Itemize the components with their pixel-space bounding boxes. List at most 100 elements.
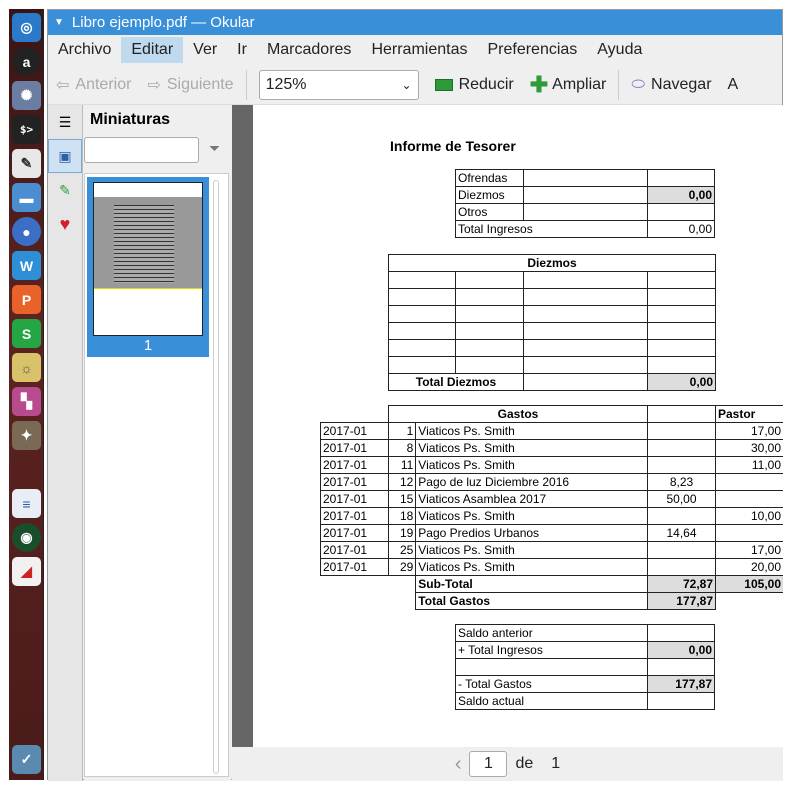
income-label: Ofrendas (455, 169, 524, 187)
expense-description: Viaticos Ps. Smith (415, 558, 648, 576)
expense-day: 8 (387, 439, 417, 457)
menu-ir[interactable]: Ir (227, 37, 257, 63)
page-navigation-bar: ‹ 1 de 1 (232, 747, 783, 781)
menu-preferencias[interactable]: Preferencias (477, 37, 587, 63)
table-row (455, 658, 715, 676)
expense-amount (647, 541, 716, 559)
subtotal-label: Sub-Total (415, 575, 648, 593)
expense-amount (647, 422, 716, 440)
expense-day: 12 (387, 473, 417, 491)
expense-description: Viaticos Ps. Smith (415, 422, 648, 440)
zoom-in-button[interactable]: ✚ Ampliar (522, 72, 615, 98)
heart-icon: ♥ (59, 213, 71, 234)
tithes-total-label: Total Diezmos (388, 373, 524, 391)
previous-page-icon[interactable]: ‹ (455, 753, 462, 776)
table-row: Diezmos 0,00 (455, 186, 715, 204)
income-label: Total Ingresos (455, 220, 648, 238)
income-value (647, 169, 715, 187)
income-label: Otros (455, 203, 524, 221)
gimp-icon[interactable]: ✦ (12, 421, 41, 450)
arrow-right-icon: ⇨ (147, 76, 161, 94)
income-value: 0,00 (647, 186, 715, 204)
page-of-label: de (515, 755, 534, 772)
menu-marcadores[interactable]: Marcadores (257, 37, 361, 63)
settings-sun-icon[interactable]: ☼ (12, 353, 41, 382)
menu-ayuda[interactable]: Ayuda (587, 37, 652, 63)
expense-period: 2017-01 (320, 558, 389, 576)
page-number-input[interactable]: 1 (469, 751, 508, 777)
income-value (647, 203, 715, 221)
globe-icon[interactable]: ◉ (12, 523, 41, 552)
thumbnail-item[interactable]: 1 (87, 177, 209, 357)
okular-icon[interactable]: ◢ (12, 557, 41, 586)
tab-contents[interactable]: ☰ (48, 105, 82, 139)
browse-label: Navegar (651, 75, 712, 93)
amazon-icon[interactable]: a (12, 47, 41, 76)
title-bar[interactable]: ▼ Libro ejemplo.pdf — Okular (48, 10, 782, 35)
image-icon: ▣ (58, 147, 72, 164)
workspace-switcher-icon[interactable]: ✓ (12, 745, 41, 774)
terminal-icon[interactable]: $> (12, 115, 41, 144)
expense-day: 1 (387, 422, 417, 440)
menu-ver[interactable]: Ver (183, 37, 227, 63)
zoom-out-button[interactable]: Reducir (427, 76, 522, 94)
table-row: Total Gastos 177,87 (321, 592, 784, 610)
chromium-icon[interactable]: ● (12, 217, 41, 246)
text-editor-icon[interactable]: ✎ (12, 149, 41, 178)
wps-presentation-icon[interactable]: P (12, 285, 41, 314)
current-page-value: 1 (484, 755, 493, 772)
table-row (388, 339, 716, 357)
menu-archivo[interactable]: Archivo (48, 37, 121, 63)
balance-label: Saldo actual (455, 692, 648, 710)
next-button[interactable]: ⇨ Siguiente (139, 75, 241, 95)
tab-annotations[interactable]: ✎ (48, 173, 82, 207)
tithes-table: Diezmos Total Diezmos 0,00 (388, 254, 716, 391)
document-viewer[interactable]: Informe de Tesorer Ofrendas Diezmos 0,00 … (232, 105, 783, 747)
window-title: Libro ejemplo.pdf — Okular (71, 14, 255, 31)
swirl-app-icon[interactable]: ✺ (12, 81, 41, 110)
window-menu-icon[interactable]: ▼ (54, 17, 64, 28)
thumbnail-page-number: 1 (143, 337, 153, 354)
table-row: 2017-01 11 Viaticos Ps. Smith 11,00 (320, 456, 783, 474)
table-row: 2017-01 19 Pago Predios Urbanos 14,64 (320, 524, 783, 542)
okular-window: ▼ Libro ejemplo.pdf — Okular Archivo Edi… (47, 9, 783, 781)
total-pages-value: 1 (551, 755, 561, 772)
zoom-out-label: Reducir (458, 75, 514, 93)
wps-writer-icon[interactable]: W (12, 251, 41, 280)
browse-button[interactable]: ⬭ Navegar (623, 76, 719, 94)
painter-icon[interactable]: ▚ (12, 387, 41, 416)
document-viewer-icon[interactable]: ≡ (12, 489, 41, 518)
total-expenses-label: Total Gastos (415, 592, 648, 610)
tab-bookmarks[interactable]: ♥ (48, 207, 82, 241)
expense-amount: 14,64 (647, 524, 716, 542)
files-icon[interactable]: ▬ (12, 183, 41, 212)
table-row: Saldo actual (455, 692, 715, 710)
toolbar-overflow-button[interactable]: A (720, 76, 747, 94)
next-label: Siguiente (166, 75, 234, 93)
total-expenses-value: 177,87 (647, 592, 716, 610)
expense-pastor-amount: 10,00 (715, 507, 783, 525)
filter-icon[interactable]: ⏷ (209, 140, 220, 157)
wps-spreadsheet-icon[interactable]: S (12, 319, 41, 348)
balance-label: - Total Gastos (455, 675, 648, 693)
table-row: - Total Gastos 177,87 (455, 675, 715, 693)
balance-value (647, 624, 715, 642)
expense-description: Viaticos Ps. Smith (415, 507, 648, 525)
expense-day: 29 (387, 558, 417, 576)
thumbnail-scrollbar[interactable] (213, 180, 219, 774)
table-row: Saldo anterior (455, 624, 715, 642)
expense-amount (647, 558, 716, 576)
dash-icon[interactable]: ◎ (12, 13, 41, 42)
thumbnail-search-input[interactable] (84, 137, 199, 163)
tab-thumbnails[interactable]: ▣ (48, 139, 82, 173)
balance-label: Saldo anterior (455, 624, 648, 642)
thumbnail-page-preview (93, 182, 203, 336)
income-table: Ofrendas Diezmos 0,00 Otros Total Ingreso… (455, 169, 715, 238)
menu-editar[interactable]: Editar (121, 37, 184, 63)
tithes-header: Diezmos (388, 254, 716, 272)
zoom-value: 125% (265, 75, 307, 93)
zoom-select[interactable]: 125% ⌄ (258, 69, 419, 100)
expense-amount (647, 439, 716, 457)
previous-button[interactable]: ⇦ Anterior (48, 75, 139, 95)
menu-herramientas[interactable]: Herramientas (361, 37, 477, 63)
